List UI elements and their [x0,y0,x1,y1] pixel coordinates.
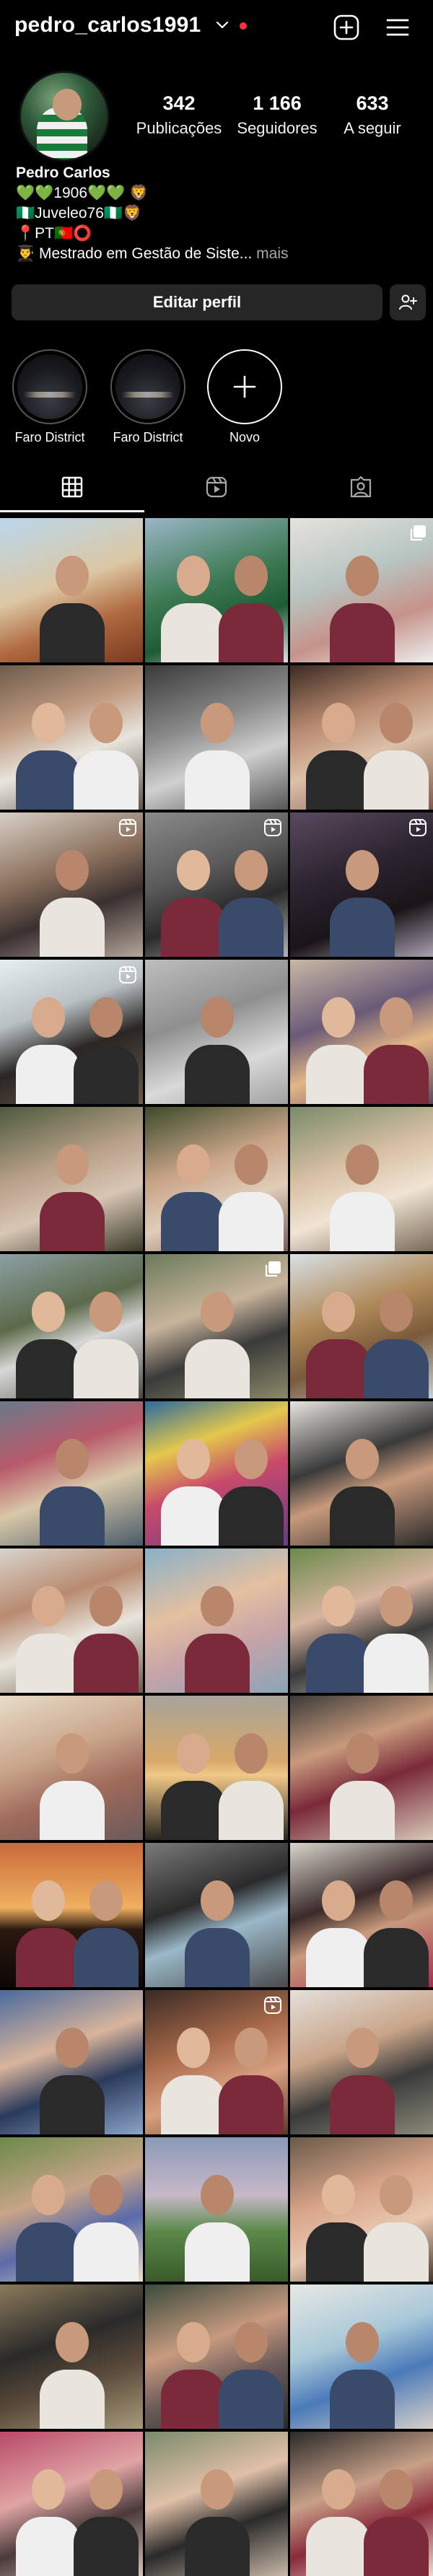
stat-following[interactable]: 633 A seguir [322,92,423,138]
post-thumbnail[interactable] [0,1254,143,1398]
top-bar: pedro_carlos1991 [0,0,433,55]
post-thumbnail[interactable] [290,812,433,957]
post-thumbnail[interactable] [0,960,143,1104]
create-post-icon[interactable] [333,14,359,40]
bio-line-4: 👨‍🎓 Mestrado em Gestão de Siste... mais [16,244,420,264]
post-thumbnail[interactable] [0,812,143,957]
stat-posts-count: 342 [162,92,196,114]
stat-followers-label: Seguidores [237,119,318,137]
stat-followers[interactable]: 1 166 Seguidores [227,92,328,138]
plus-icon [233,375,256,398]
profile-bio: Pedro Carlos 💚💚1906💚💚 🦁 🇳🇬Juveleo76🇳🇬🦁 📍… [16,163,420,264]
post-thumbnail[interactable] [0,1696,143,1840]
post-thumbnail[interactable] [0,1990,143,2134]
bio-line-4-text: 👨‍🎓 Mestrado em Gestão de Siste... [16,245,253,262]
post-thumbnail[interactable] [0,665,143,810]
profile-name: Pedro Carlos [16,165,110,181]
post-thumbnail[interactable] [290,1843,433,1987]
reels-badge-icon [409,819,427,836]
bio-more-link[interactable]: mais [256,245,288,262]
post-thumbnail[interactable] [0,1107,143,1251]
post-thumbnail[interactable] [290,1107,433,1251]
reels-badge-icon [119,819,136,836]
tab-reels[interactable] [144,462,289,512]
notification-dot [240,22,247,30]
stat-following-label: A seguir [344,119,401,137]
post-thumbnail[interactable] [145,2137,288,2282]
stat-following-count: 633 [356,92,389,114]
highlight-cover [12,349,87,424]
post-thumbnail[interactable] [145,1107,288,1251]
post-thumbnail[interactable] [290,1990,433,2134]
post-thumbnail[interactable] [290,1401,433,1546]
post-thumbnail[interactable] [290,518,433,662]
highlight-faro-district-1[interactable]: Faro District [10,349,89,445]
reels-badge-icon [264,1997,281,2014]
post-thumbnail[interactable] [145,2432,288,2576]
post-thumbnail[interactable] [290,1254,433,1398]
carousel-badge-icon [265,1261,281,1277]
post-thumbnail[interactable] [145,1254,288,1398]
post-thumbnail[interactable] [145,2284,288,2429]
post-thumbnail[interactable] [0,1843,143,1987]
post-thumbnail[interactable] [290,1548,433,1693]
bio-line-2: 🇳🇬Juveleo76🇳🇬🦁 [16,205,142,222]
profile-avatar[interactable] [19,71,110,162]
highlight-label: Novo [229,430,261,444]
reels-badge-icon [264,819,281,836]
profile-tabs [0,462,433,512]
tagged-icon [350,476,372,498]
post-thumbnail[interactable] [145,1401,288,1546]
post-thumbnail[interactable] [290,2284,433,2429]
highlight-label: Faro District [14,430,85,444]
reels-icon [206,476,227,498]
reels-badge-icon [119,966,136,983]
menu-icon[interactable] [385,16,410,39]
post-thumbnail[interactable] [290,2137,433,2282]
post-thumbnail[interactable] [290,1696,433,1840]
post-thumbnail[interactable] [0,2432,143,2576]
post-thumbnail[interactable] [290,960,433,1104]
new-highlight-circle [207,349,282,424]
post-thumbnail[interactable] [145,960,288,1104]
carousel-badge-icon [410,525,426,541]
post-thumbnail[interactable] [145,812,288,957]
chevron-down-icon[interactable] [214,17,231,34]
stat-followers-count: 1 166 [253,92,302,114]
post-thumbnail[interactable] [0,2137,143,2282]
stat-posts-label: Publicações [136,119,222,137]
post-thumbnail[interactable] [0,2284,143,2429]
post-thumbnail[interactable] [145,1843,288,1987]
bio-line-3: 📍PT🇵🇹⭕ [16,225,92,242]
post-thumbnail[interactable] [145,518,288,662]
highlight-label: Faro District [113,430,183,444]
post-thumbnail[interactable] [290,665,433,810]
post-thumbnail[interactable] [0,518,143,662]
bio-line-1: 💚💚1906💚💚 🦁 [16,185,149,201]
post-thumbnail[interactable] [0,1548,143,1693]
highlight-cover [110,349,185,424]
tab-posts-grid[interactable] [0,462,144,512]
grid-icon [61,476,83,498]
post-thumbnail[interactable] [0,1401,143,1546]
post-thumbnail[interactable] [145,665,288,810]
stat-posts[interactable]: 342 Publicações [128,92,229,138]
post-thumbnail[interactable] [145,1990,288,2134]
post-thumbnail[interactable] [145,1548,288,1693]
highlight-faro-district-2[interactable]: Faro District [108,349,188,445]
post-thumbnail[interactable] [290,2432,433,2576]
username[interactable]: pedro_carlos1991 [14,13,201,38]
edit-profile-button[interactable]: Editar perfil [12,284,382,320]
post-thumbnail[interactable] [145,1696,288,1840]
add-person-icon [399,294,417,310]
highlight-new[interactable]: Novo [205,349,284,445]
discover-people-button[interactable] [390,284,426,320]
tab-tagged[interactable] [289,462,433,512]
